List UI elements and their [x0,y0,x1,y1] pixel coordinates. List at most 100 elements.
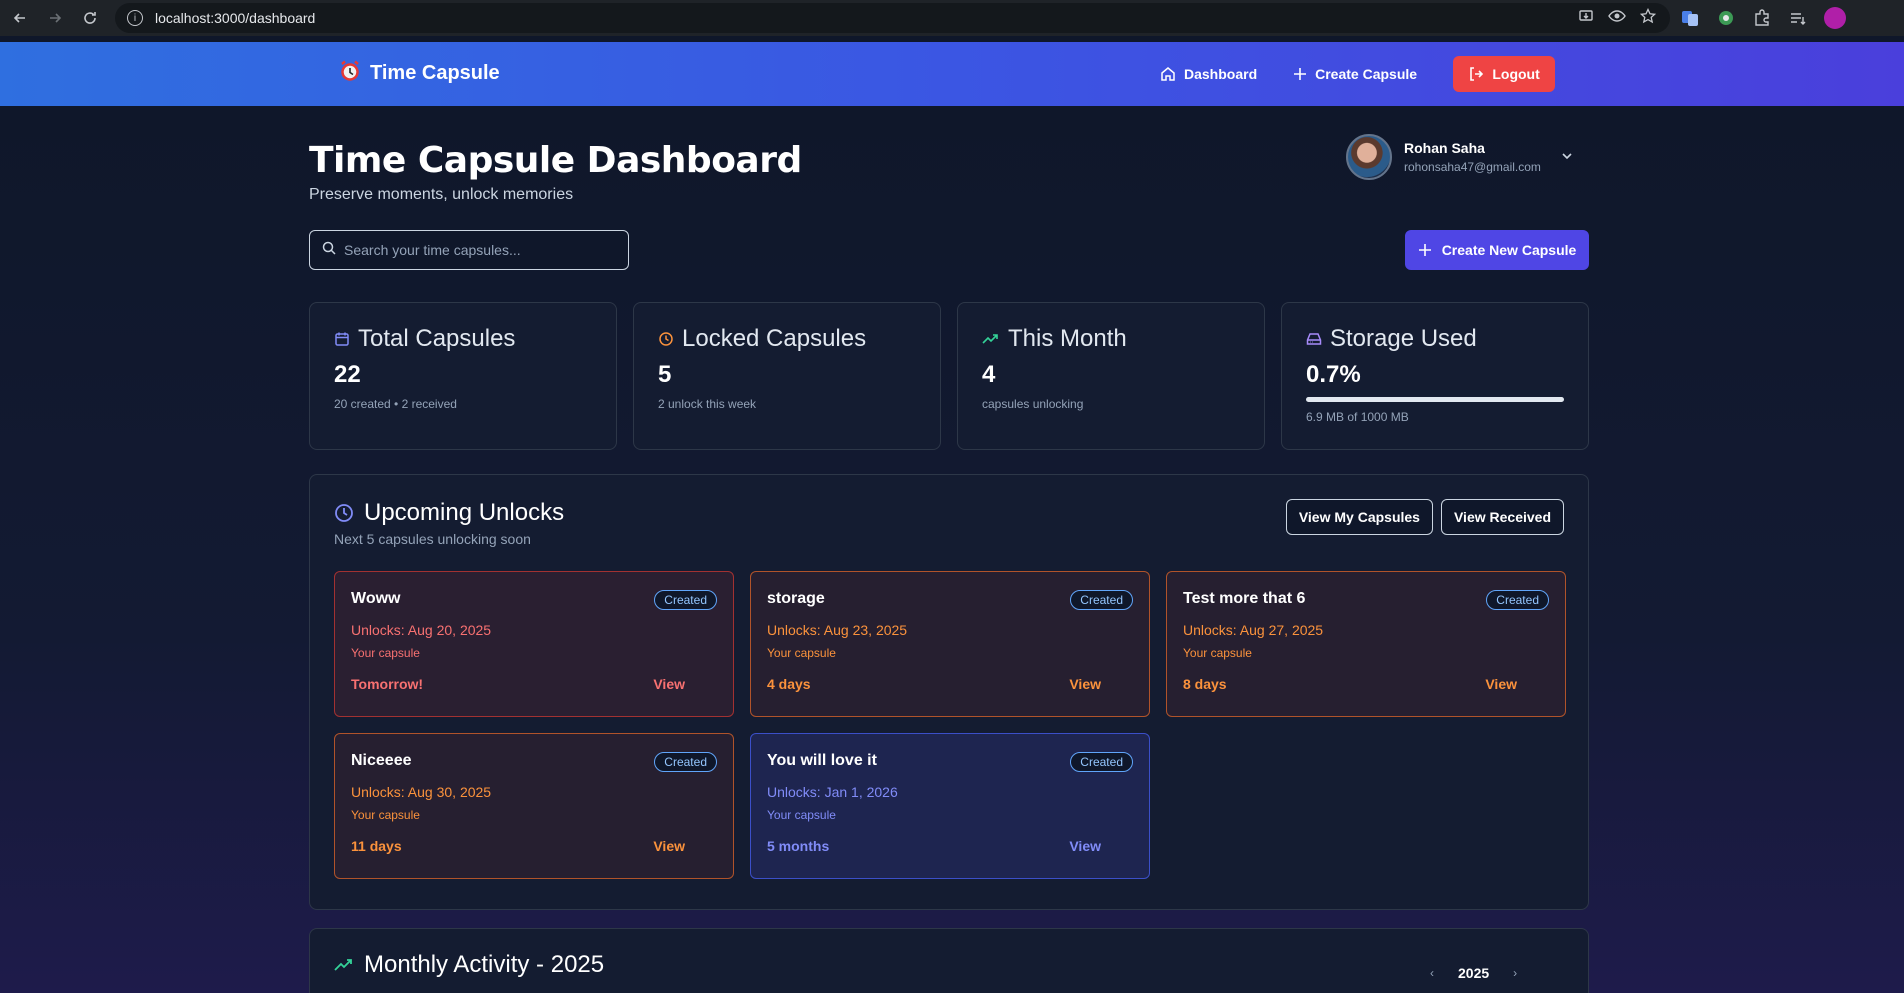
stat-value: 0.7% [1306,361,1361,388]
plus-icon [1418,244,1431,256]
clock-icon [659,332,673,346]
section-title: Monthly Activity - 2025 [364,951,605,978]
capsule-card[interactable]: storage Created Unlocks: Aug 23, 2025 Yo… [750,571,1150,717]
alarm-clock-icon [340,60,360,86]
browser-toolbar: i localhost:3000/dashboard [0,0,1904,36]
storage-progress-bar [1306,397,1564,402]
address-bar[interactable]: i localhost:3000/dashboard [115,3,1670,33]
stat-sub: 2 unlock this week [658,397,757,411]
view-received-button[interactable]: View Received [1440,499,1564,535]
brand-name: Time Capsule [370,61,500,84]
create-new-capsule-button[interactable]: Create New Capsule [1405,230,1589,270]
trending-up-icon [982,334,998,344]
stat-label: This Month [1008,325,1127,352]
status-badge: Created [654,590,717,610]
capsule-owner: Your capsule [767,646,836,660]
create-new-capsule-label: Create New Capsule [1441,242,1577,258]
capsule-countdown: 11 days [351,838,402,854]
capsule-countdown: 5 months [767,838,830,854]
user-menu[interactable]: Rohan Saha rohonsaha47@gmail.com [1346,134,1573,180]
capsule-grid: Woww Created Unlocks: Aug 20, 2025 Your … [334,571,1566,879]
stat-card-storage: Storage Used 0.7% 6.9 MB of 1000 MB [1281,302,1589,450]
stat-sub: 20 created • 2 received [334,397,457,411]
logout-button[interactable]: Logout [1453,56,1556,92]
bookmark-star-icon[interactable] [1639,7,1657,29]
capsule-view-link[interactable]: View [1485,676,1517,692]
capsule-card[interactable]: Test more that 6 Created Unlocks: Aug 27… [1166,571,1566,717]
stat-label: Storage Used [1330,325,1477,352]
stat-label: Locked Capsules [682,325,867,352]
extensions-puzzle-icon[interactable] [1752,8,1772,28]
capsule-owner: Your capsule [351,808,420,822]
search-input[interactable] [344,242,624,258]
status-badge: Created [1070,590,1133,610]
chevron-down-icon[interactable] [1561,149,1573,165]
year-selector: ‹ 2025 › [1430,965,1517,981]
capsule-unlock-date: Unlocks: Aug 23, 2025 [767,622,908,638]
back-icon[interactable] [5,3,35,33]
search-icon [322,241,336,260]
upcoming-unlocks-panel: Upcoming Unlocks Next 5 capsules unlocki… [309,474,1589,910]
stat-value: 5 [658,361,672,388]
reload-icon[interactable] [75,3,105,33]
main-content: Time Capsule Dashboard Preserve moments,… [0,106,1904,993]
capsule-view-link[interactable]: View [653,676,685,692]
stat-card-total: Total Capsules 22 20 created • 2 receive… [309,302,617,450]
extension-badge-icon[interactable] [1716,8,1736,28]
stat-sub: 6.9 MB of 1000 MB [1306,410,1409,424]
nav-dashboard[interactable]: Dashboard [1160,66,1257,82]
stat-sub: capsules unlocking [982,397,1084,411]
nav-dashboard-label: Dashboard [1184,66,1258,82]
stats-row: Total Capsules 22 20 created • 2 receive… [309,302,1589,450]
search-box [309,230,629,270]
page-title: Time Capsule Dashboard [309,140,802,181]
status-badge: Created [1070,752,1133,772]
forward-icon[interactable] [40,3,70,33]
eye-icon[interactable] [1608,8,1626,29]
capsule-view-link[interactable]: View [653,838,685,854]
year-label: 2025 [1458,965,1490,981]
stat-card-locked: Locked Capsules 5 2 unlock this week [633,302,941,450]
app-header: Time Capsule Dashboard Create Capsule Lo… [0,42,1904,106]
home-icon [1161,67,1175,81]
stat-label: Total Capsules [358,325,516,352]
capsule-card[interactable]: You will love it Created Unlocks: Jan 1,… [750,733,1150,879]
status-badge: Created [654,752,717,772]
user-name: Rohan Saha [1404,140,1485,156]
reading-list-icon[interactable] [1788,8,1808,28]
site-info-icon[interactable]: i [127,10,143,26]
nav-create-capsule[interactable]: Create Capsule [1293,66,1417,82]
storage-progress-fill [1306,397,1564,402]
capsule-view-link[interactable]: View [1069,676,1101,692]
view-my-capsules-button[interactable]: View My Capsules [1285,499,1433,535]
brand[interactable]: Time Capsule [340,60,500,86]
capsule-card[interactable]: Niceeee Created Unlocks: Aug 30, 2025 Yo… [334,733,734,879]
calendar-icon [335,332,349,346]
capsule-owner: Your capsule [767,808,836,822]
capsule-unlock-date: Unlocks: Aug 30, 2025 [351,784,492,800]
capsule-view-link[interactable]: View [1069,838,1101,854]
translate-extension-icon[interactable] [1680,8,1700,28]
capsule-countdown: Tomorrow! [351,676,424,692]
trending-up-icon [334,959,352,971]
section-subtitle: Next 5 capsules unlocking soon [334,531,531,547]
install-icon[interactable] [1578,8,1594,29]
stat-card-this-month: This Month 4 capsules unlocking [957,302,1265,450]
logout-icon [1470,67,1484,81]
section-title: Upcoming Unlocks [364,499,565,526]
capsule-unlock-date: Unlocks: Aug 20, 2025 [351,622,492,638]
user-email: rohonsaha47@gmail.com [1404,160,1541,174]
capsule-card[interactable]: Woww Created Unlocks: Aug 20, 2025 Your … [334,571,734,717]
nav-create-label: Create Capsule [1315,66,1418,82]
url-text: localhost:3000/dashboard [155,10,316,26]
profile-avatar-icon[interactable] [1824,7,1846,29]
capsule-countdown: 8 days [1183,676,1227,692]
capsule-owner: Your capsule [351,646,420,660]
capsule-owner: Your capsule [1183,646,1252,660]
monthly-activity-panel: Monthly Activity - 2025 ‹ 2025 › [309,928,1589,993]
plus-icon [1294,68,1307,80]
prev-year-button[interactable]: ‹ [1430,966,1434,980]
stat-value: 22 [334,361,361,388]
next-year-button[interactable]: › [1513,966,1517,980]
hard-drive-icon [1306,333,1322,345]
